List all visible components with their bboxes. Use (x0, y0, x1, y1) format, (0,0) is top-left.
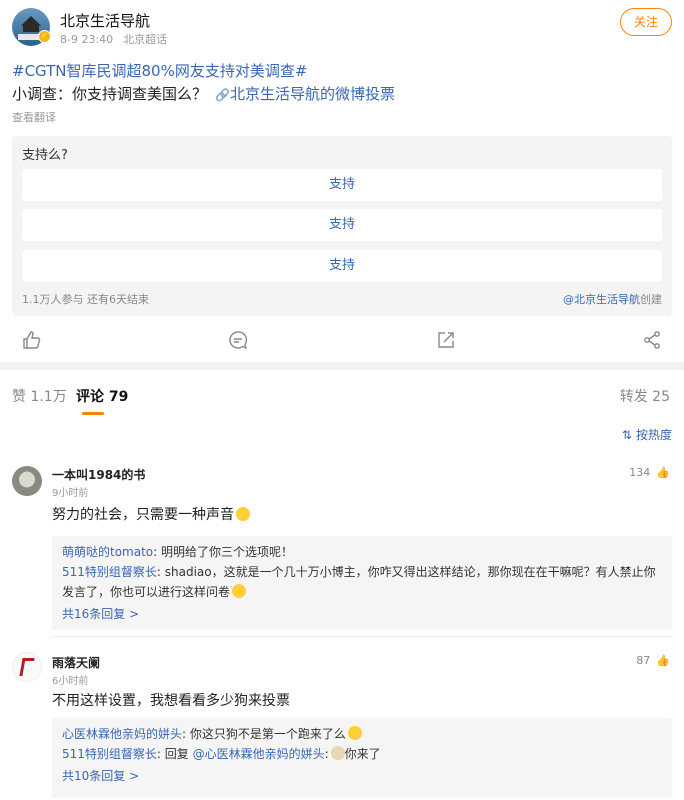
comment-replies: 心医林霖他亲妈的姘头: 你这只狗不是第一个跑来了么 511特别组督察长: 回复 … (52, 718, 672, 798)
commenter-avatar[interactable] (12, 652, 42, 682)
reply-user[interactable]: 511特别组督察长 (62, 747, 157, 761)
commenter-avatar[interactable] (12, 466, 42, 496)
reply-text: : 回复 (156, 747, 193, 761)
comment-divider (52, 636, 672, 637)
action-bar (0, 322, 684, 358)
comment-time: 9小时前 (52, 488, 89, 499)
like-icon[interactable] (22, 330, 42, 350)
poll-option[interactable]: 支持 (22, 169, 662, 201)
reply-item: 心医林霖他亲妈的姘头: 你这只狗不是第一个跑来了么 (62, 724, 662, 744)
reply-tail-text: 你来了 (344, 747, 381, 761)
share-icon[interactable] (436, 330, 456, 350)
comment-text: 努力的社会，只需要一种声音 (52, 504, 250, 524)
more-share-icon[interactable] (642, 330, 662, 350)
reply-item: 萌萌哒的tomato: 明明给了你三个选项呢！ (62, 542, 662, 562)
follow-button[interactable]: 关注 (620, 8, 672, 36)
sweat-emoji-icon (232, 584, 247, 598)
post-time: 8-9 23:40 (60, 33, 114, 46)
topic-hashtag[interactable]: #CGTN智库民调超80%网友支持对美调查# (12, 60, 672, 82)
tab-reposts[interactable]: 转发 25 (620, 386, 670, 406)
reply-text: : 你这只狗不是第一个跑来了么 (182, 727, 346, 741)
comment-time: 6小时前 (52, 676, 89, 687)
reply-item: 511特别组督察长: 回复 @心医林霖他亲妈的姘头: 你来了 (62, 744, 662, 764)
comment-text: 不用这样设置，我想看看多少狗来投票 (52, 693, 290, 709)
comment-like-count: 134 (629, 466, 651, 479)
dog-emoji-icon (330, 746, 345, 760)
reply-user[interactable]: 心医林霖他亲妈的姘头 (62, 727, 182, 741)
like-icon: 👍 (656, 654, 670, 667)
poll-creator-suffix: 创建 (640, 293, 662, 306)
poll-link[interactable]: 北京生活导航的微博投票 (230, 85, 395, 103)
like-icon: 👍 (656, 466, 670, 479)
translate-link[interactable]: 查看翻译 (12, 109, 672, 125)
reply-tail: : (324, 747, 329, 761)
reply-text: : 明明给了你三个选项呢！ (153, 545, 293, 559)
post-text-prefix: 小调查：你支持调查美国么？ (12, 85, 208, 103)
author-name[interactable]: 北京生活导航 (60, 10, 150, 31)
heart-eyes-emoji-icon (347, 726, 362, 740)
tab-comments[interactable]: 评论 79 (76, 386, 128, 406)
poll-creator: @北京生活导航创建 (563, 291, 662, 307)
commenter-name[interactable]: 一本叫1984的书 (52, 466, 145, 483)
post-text: 小调查：你支持调查美国么？ 🔗北京生活导航的微博投票 (12, 82, 672, 107)
verified-badge-icon: ✓ (38, 30, 51, 43)
commenter-name[interactable]: 雨落天阑 (52, 654, 100, 671)
reply-user[interactable]: 萌萌哒的tomato (62, 545, 153, 559)
poll-option[interactable]: 支持 (22, 209, 662, 241)
tab-likes[interactable]: 赞 1.1万 (12, 386, 67, 406)
comment-icon[interactable] (228, 330, 248, 350)
post-body: #CGTN智库民调超80%网友支持对美调查# 小调查：你支持调查美国么？ 🔗北京生… (12, 60, 672, 125)
post-source[interactable]: 北京超话 (123, 33, 167, 46)
poll-option[interactable]: 支持 (22, 250, 662, 282)
post-meta: 8-9 23:40 北京超话 (60, 31, 167, 47)
active-tab-indicator (82, 412, 104, 415)
sort-label: 按热度 (635, 428, 672, 442)
sort-icon: ⇅ (621, 428, 632, 442)
sort-button[interactable]: ⇅ 按热度 (622, 426, 672, 443)
poll-question: 支持么? (22, 148, 68, 163)
comment-likes[interactable]: 87 👍 (636, 654, 670, 667)
post-header: ✓ 北京生活导航 8-9 23:40 北京超话 关注 (0, 0, 684, 56)
link-icon: 🔗 (215, 88, 230, 102)
poll-stats: 1.1万人参与 还有6天结束 (22, 293, 149, 306)
smirk-emoji-icon (236, 507, 250, 521)
more-replies-link[interactable]: 共16条回复 > (62, 604, 662, 624)
comment-likes[interactable]: 134 👍 (629, 466, 670, 479)
calligraphy-logo-icon (19, 658, 35, 676)
comment-text-body: 努力的社会，只需要一种声音 (52, 507, 234, 523)
reply-user[interactable]: 511特别组督察长 (62, 565, 157, 579)
poll-creator-link[interactable]: @北京生活导航 (563, 293, 640, 306)
interaction-tabs: 赞 1.1万 评论 79 转发 25 (0, 372, 684, 416)
comment-replies: 萌萌哒的tomato: 明明给了你三个选项呢！ 511特别组督察长: shadi… (52, 536, 672, 630)
more-replies-link[interactable]: 共10条回复 > (62, 766, 662, 786)
poll-card: 支持么? 支持 支持 支持 1.1万人参与 还有6天结束 @北京生活导航创建 (12, 136, 672, 316)
reply-item: 511特别组督察长: shadiao，这就是一个几十万小博主，你咋又得出这样结论… (62, 562, 662, 602)
temple-roof-icon (21, 16, 41, 32)
reply-mention[interactable]: @心医林霖他亲妈的姘头 (193, 747, 325, 761)
comment-like-count: 87 (636, 654, 651, 667)
section-divider (0, 362, 684, 370)
